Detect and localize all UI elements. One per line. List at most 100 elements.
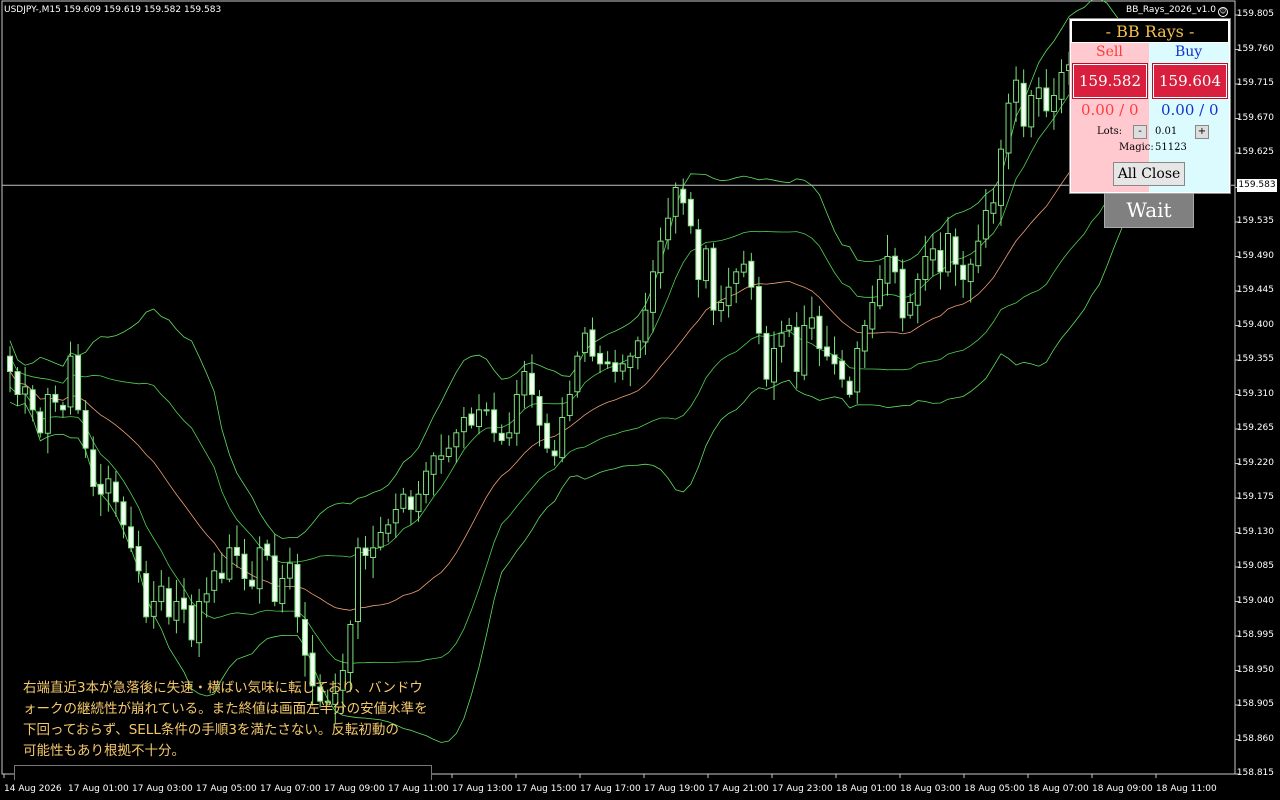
candle-body — [476, 409, 483, 428]
x-tick-label: 17 Aug 01:00 — [68, 784, 129, 794]
candle-body — [120, 501, 127, 526]
candle-body — [415, 493, 422, 513]
buy-price-button[interactable]: 159.604 — [1153, 64, 1227, 98]
candle-body — [710, 247, 717, 311]
lots-decrease-button[interactable]: - — [1133, 125, 1147, 139]
bb-rays-panel: - BB Rays - Sell Buy 159.582 159.604 0.0… — [1069, 18, 1231, 194]
candle-body — [271, 555, 278, 603]
candle-body — [67, 355, 74, 408]
candle-body — [649, 271, 656, 313]
panel-title: - BB Rays - — [1071, 20, 1229, 43]
candle-body — [347, 624, 354, 674]
candle-body — [718, 302, 725, 312]
symbol-header: USDJPY-,M15 159.609 159.619 159.582 159.… — [4, 5, 222, 15]
candle-body — [286, 562, 293, 579]
candle-body — [945, 233, 952, 273]
candle-body — [491, 409, 498, 434]
comment-line: 下回っておらず、SELL条件の手順3を満たさない。反転初動の — [23, 722, 399, 738]
candle-body — [82, 410, 89, 449]
y-tick-label: 159.220 — [1236, 457, 1274, 468]
candle-body — [483, 409, 490, 412]
candle-body — [839, 360, 846, 380]
candle-body — [672, 187, 679, 217]
x-tick-label: 18 Aug 11:00 — [1156, 784, 1217, 794]
x-tick-label: 18 Aug 03:00 — [900, 784, 961, 794]
candle-body — [1050, 95, 1057, 112]
candle-body — [302, 618, 309, 656]
x-tick-label: 17 Aug 03:00 — [132, 784, 193, 794]
y-tick-label: 159.040 — [1236, 595, 1274, 606]
x-tick-label: 17 Aug 23:00 — [772, 784, 833, 794]
x-tick-label: 17 Aug 15:00 — [516, 784, 577, 794]
y-tick-label: 159.400 — [1236, 319, 1274, 330]
candle-body — [1035, 87, 1042, 99]
candle-body — [907, 302, 914, 316]
comment-line: ォークの継続性が崩れている。また終値は画面左半分の安値水準を — [23, 701, 428, 717]
bb-upper-1-line — [9, 68, 1123, 564]
x-tick-label: 17 Aug 19:00 — [644, 784, 705, 794]
candle-body — [778, 332, 785, 347]
x-tick-label: 17 Aug 17:00 — [580, 784, 641, 794]
candle-body — [1028, 95, 1035, 128]
candle-body — [657, 240, 664, 274]
y-tick-label: 159.805 — [1236, 9, 1274, 19]
bb-middle-line — [9, 125, 1123, 611]
candle-body — [468, 413, 475, 426]
candle-body — [687, 198, 694, 227]
candle-body — [733, 271, 740, 284]
x-tick-label: 18 Aug 05:00 — [964, 784, 1025, 794]
candle-body — [44, 394, 51, 434]
candle-body — [90, 449, 97, 488]
candle-body — [748, 260, 755, 288]
candle-body — [180, 597, 187, 610]
candle-body — [634, 340, 641, 359]
candle-body — [498, 432, 505, 441]
candle-body — [604, 361, 611, 365]
candle-body — [680, 188, 687, 204]
candle-body — [370, 547, 377, 559]
candle-body — [294, 563, 301, 618]
candle-body — [59, 404, 66, 411]
candle-body — [362, 547, 369, 556]
buy-profit: 0.00 / 0 — [1161, 101, 1219, 119]
magic-value: 51123 — [1155, 142, 1187, 153]
candle-body — [997, 148, 1004, 206]
candle-body — [143, 572, 150, 618]
candle-body — [612, 362, 619, 373]
all-close-button[interactable]: All Close — [1113, 162, 1185, 186]
wait-button[interactable]: Wait — [1104, 193, 1194, 228]
y-tick-label: 159.490 — [1236, 250, 1274, 261]
buy-header: Buy — [1175, 44, 1203, 60]
candle-body — [967, 263, 974, 283]
candle-body — [249, 579, 256, 587]
analysis-comment: 右端直近3本が急落後に失速・横ばい気味に転じており、バンドウ ォークの継続性が崩… — [23, 678, 503, 762]
candle-body — [846, 380, 853, 396]
y-tick-label: 159.670 — [1236, 112, 1274, 123]
y-tick-label: 158.860 — [1236, 733, 1274, 744]
candle-body — [544, 422, 551, 449]
candle-body — [1058, 72, 1065, 100]
sell-price-button[interactable]: 159.582 — [1073, 64, 1147, 98]
candle-body — [173, 601, 180, 621]
y-tick-label: 159.445 — [1236, 285, 1274, 295]
candle-body — [551, 450, 558, 457]
candle-body — [619, 363, 626, 372]
candle-body — [823, 346, 830, 357]
candle-body — [702, 248, 709, 282]
y-tick-label: 159.130 — [1236, 526, 1274, 537]
candle-body — [536, 396, 543, 426]
lots-value[interactable]: 0.01 — [1155, 126, 1177, 137]
comment-line: 右端直近3本が急落後に失速・横ばい気味に転じており、バンドウ — [23, 680, 423, 696]
candle-body — [196, 601, 203, 644]
candle-body — [460, 417, 467, 433]
y-tick-label: 158.950 — [1236, 664, 1274, 675]
input-bar[interactable] — [14, 765, 432, 780]
lots-increase-button[interactable]: + — [1195, 125, 1209, 139]
y-tick-label: 159.715 — [1236, 78, 1274, 88]
candle-body — [37, 411, 44, 434]
y-tick-label: 159.265 — [1236, 423, 1274, 433]
candle-body — [581, 332, 588, 354]
y-tick-label: 159.760 — [1236, 43, 1274, 54]
candle-body — [801, 325, 808, 376]
candle-body — [528, 372, 535, 395]
